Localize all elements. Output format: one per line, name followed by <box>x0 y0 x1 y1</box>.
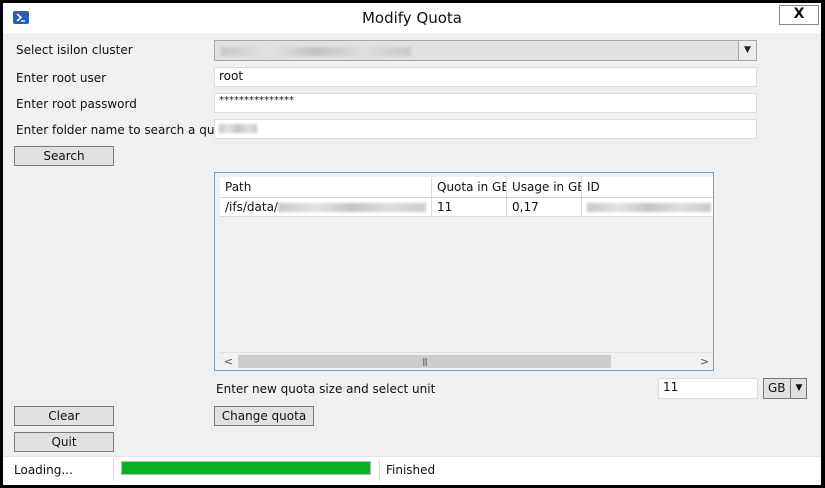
cell-path[interactable]: /ifs/data/ <box>220 198 432 216</box>
new-quota-label: Enter new quota size and select unit <box>216 382 436 396</box>
column-header-path[interactable]: Path <box>220 177 432 197</box>
grid-header: Path Quota in GB Usage in GB ID <box>220 177 713 198</box>
status-separator <box>113 459 114 481</box>
unit-select[interactable]: GB ▼ <box>763 378 807 399</box>
root-user-input[interactable]: root <box>214 67 757 87</box>
cluster-label: Select isilon cluster <box>16 43 133 57</box>
change-quota-button[interactable]: Change quota <box>214 406 314 426</box>
progress-fill <box>122 462 370 474</box>
cell-usage[interactable]: 0,17 <box>507 198 582 216</box>
column-header-usage[interactable]: Usage in GB <box>507 177 582 197</box>
scroll-left-icon[interactable]: < <box>220 353 237 370</box>
folder-label: Enter folder name to search a quota <box>16 123 234 137</box>
modify-quota-window: Modify Quota X Select isilon cluster ▼ E… <box>3 3 821 485</box>
unit-value: GB <box>768 381 786 395</box>
cell-path-text: /ifs/data/ <box>225 200 278 214</box>
user-label: Enter root user <box>16 71 107 85</box>
horizontal-scrollbar[interactable]: < ||| > <box>220 352 713 370</box>
status-right-text: Finished <box>386 463 436 477</box>
id-redacted <box>587 203 711 212</box>
title-bar: Modify Quota X <box>3 3 821 33</box>
new-quota-input[interactable]: 11 <box>658 378 758 399</box>
status-bar: Loading... Finished <box>3 456 821 485</box>
cell-id[interactable] <box>582 198 713 216</box>
cluster-value-redacted <box>221 46 411 56</box>
chevron-down-icon[interactable]: ▼ <box>790 379 807 398</box>
form-area: Select isilon cluster ▼ Enter root user … <box>3 33 821 485</box>
chevron-down-icon[interactable]: ▼ <box>738 41 756 60</box>
password-label: Enter root password <box>16 97 137 111</box>
scroll-right-icon[interactable]: > <box>696 353 713 370</box>
quota-grid[interactable]: Path Quota in GB Usage in GB ID /ifs/dat… <box>214 172 714 371</box>
status-left-text: Loading... <box>14 463 73 477</box>
cell-quota[interactable]: 11 <box>432 198 507 216</box>
scrollbar-thumb[interactable]: ||| <box>238 355 611 368</box>
folder-search-input[interactable] <box>214 119 757 139</box>
window-title: Modify Quota <box>361 9 463 27</box>
table-row[interactable]: /ifs/data/ 11 0,17 <box>220 198 713 217</box>
quit-button[interactable]: Quit <box>14 432 114 452</box>
cluster-select[interactable]: ▼ <box>214 40 757 61</box>
clear-button[interactable]: Clear <box>14 406 114 426</box>
folder-value-redacted <box>219 124 257 133</box>
search-button[interactable]: Search <box>14 146 114 166</box>
column-header-id[interactable]: ID <box>582 177 713 197</box>
close-button[interactable]: X <box>779 5 819 25</box>
progress-bar <box>121 461 371 475</box>
root-password-input[interactable]: *************** <box>214 93 757 113</box>
column-header-quota[interactable]: Quota in GB <box>432 177 507 197</box>
path-redacted <box>277 203 426 212</box>
status-separator <box>379 459 380 481</box>
